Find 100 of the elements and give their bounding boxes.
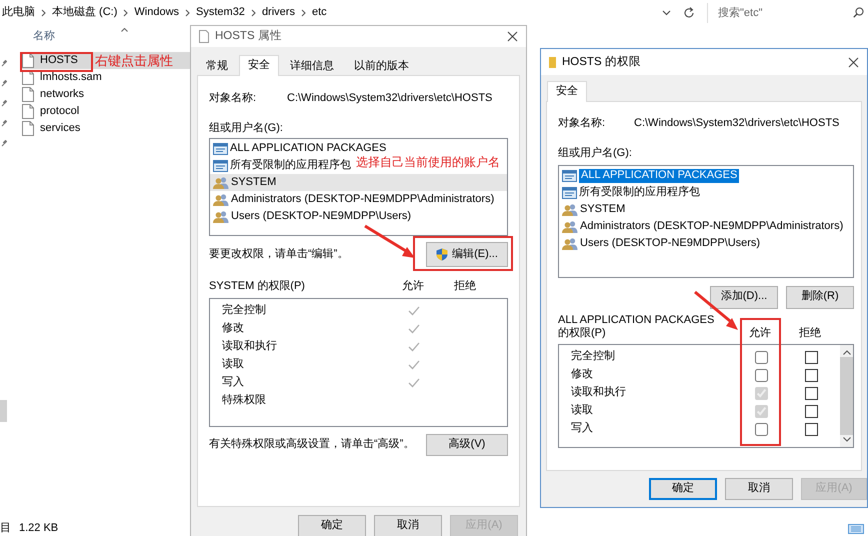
list-item[interactable]: SYSTEM [210, 174, 507, 192]
list-item[interactable]: Users (DESKTOP-NE9MDPP\Users) [210, 208, 412, 226]
dialog-button[interactable]: 确定 [649, 478, 717, 500]
window-title: HOSTS 的权限 [562, 54, 642, 70]
status-text: 目 [0, 522, 11, 536]
users-icon [562, 204, 578, 216]
scrollbar[interactable] [840, 345, 853, 447]
search-icon[interactable] [853, 7, 864, 18]
chevron-right-icon [41, 8, 46, 16]
users-icon [213, 194, 229, 206]
field-label: 组或用户名(G): [209, 122, 284, 136]
field-label: 的权限(P) [558, 327, 607, 341]
tab[interactable]: 常规 [197, 56, 237, 75]
permission-name: 写入 [570, 422, 594, 436]
scroll-down-icon[interactable] [842, 437, 850, 442]
scroll-up-icon[interactable] [842, 350, 850, 355]
annotation-arrow [363, 224, 417, 260]
refresh-icon[interactable] [683, 6, 695, 18]
advanced-button[interactable]: 高级(V) [426, 434, 508, 456]
list-item[interactable]: Users (DESKTOP-NE9MDPP\Users) [559, 236, 760, 252]
dialog-button[interactable]: 取消 [374, 515, 442, 536]
users-icon [562, 221, 578, 233]
field-label: 对象名称: [558, 117, 606, 131]
checkbox[interactable] [804, 368, 818, 382]
breadcrumb-item[interactable]: 此电脑 [2, 6, 35, 20]
column-header: 拒绝 [453, 280, 477, 294]
checkbox[interactable] [754, 422, 768, 436]
hint-text: 有关特殊权限或高级设置，请单击“高级”。 [209, 438, 414, 452]
scrollbar-thumb[interactable] [840, 357, 853, 435]
permission-name: 读取和执行 [221, 340, 278, 354]
chevron-right-icon [123, 8, 128, 16]
checkbox[interactable] [754, 368, 768, 382]
pin-icon [1, 80, 7, 87]
breadcrumb-item[interactable]: System32 [196, 6, 245, 20]
tab[interactable]: 以前的版本 [345, 56, 418, 75]
tab[interactable]: 详细信息 [281, 56, 343, 75]
permission-name: 完全控制 [570, 350, 616, 364]
close-icon[interactable] [848, 56, 859, 68]
permission-name: 完全控制 [221, 304, 267, 318]
file-item[interactable]: protocol [20, 103, 190, 120]
file-icon [22, 87, 34, 102]
pin-icon [1, 100, 7, 107]
chevron-down-icon[interactable] [662, 10, 671, 16]
close-icon[interactable] [507, 30, 518, 42]
chevron-right-icon [185, 8, 190, 16]
chevron-right-icon [250, 8, 256, 16]
column-header[interactable]: 名称 [33, 30, 55, 44]
checkbox[interactable] [804, 404, 818, 418]
add-button[interactable]: 添加(D)... [710, 286, 778, 308]
column-header: 允许 [748, 327, 772, 341]
pin-icon [1, 120, 7, 127]
window-title: HOSTS 属性 [215, 29, 283, 44]
dialog-button[interactable]: 确定 [298, 515, 366, 536]
shield-icon [436, 248, 448, 262]
file-item[interactable]: lmhosts.sam [20, 69, 190, 86]
breadcrumb-item[interactable]: Windows [134, 6, 180, 20]
field-label: SYSTEM 的权限(P) [209, 280, 306, 294]
object-path: C:\Windows\System32\drivers\etc\HOSTS [634, 117, 840, 131]
annotation-text: 选择自己当前使用的账户名 [356, 155, 500, 170]
permission-name: 读取 [570, 404, 594, 418]
checkbox[interactable] [804, 350, 818, 364]
field-label: 组或用户名(G): [558, 146, 633, 160]
checkbox[interactable] [804, 422, 818, 436]
dialog-button[interactable]: 取消 [725, 478, 793, 500]
chevron-right-icon [300, 8, 306, 16]
status-text: 1.22 KB [19, 522, 58, 536]
list-item[interactable]: SYSTEM [559, 202, 626, 218]
list-item[interactable]: 所有受限制的应用程序包 [559, 184, 700, 202]
breadcrumb-item[interactable]: 本地磁盘 (C:) [52, 6, 118, 20]
edit-button[interactable]: 编辑(E)... [426, 242, 508, 268]
tab[interactable]: 安全 [239, 54, 279, 76]
pin-icon [1, 140, 7, 147]
hint-text: 要更改权限，请单击“编辑”。 [209, 248, 348, 262]
app-window-icon [213, 142, 228, 155]
field-label: ALL APPLICATION PACKAGES [558, 314, 716, 327]
file-icon [22, 104, 34, 119]
list-item[interactable]: Administrators (DESKTOP-NE9MDPP\Administrators) [559, 218, 844, 236]
pin-icon [1, 60, 7, 67]
column-header: 允许 [401, 280, 425, 294]
file-item[interactable]: services [20, 120, 190, 137]
tab[interactable]: 安全 [547, 81, 587, 102]
folder-icon [549, 56, 556, 68]
file-icon [22, 121, 34, 136]
remove-button[interactable]: 删除(R) [786, 286, 854, 308]
list-item[interactable]: 所有受限制的应用程序包 [210, 157, 351, 174]
breadcrumb-item[interactable]: drivers [262, 6, 295, 20]
file-icon [22, 53, 34, 68]
app-window-icon [213, 160, 228, 172]
checkbox[interactable] [754, 350, 768, 364]
list-item[interactable]: Administrators (DESKTOP-NE9MDPP\Administrators) [210, 191, 494, 208]
checkbox[interactable] [804, 386, 818, 400]
breadcrumb-item[interactable]: etc [312, 6, 327, 20]
list-item[interactable]: ALL APPLICATION PACKAGES [210, 140, 386, 158]
scrollbar-thumb[interactable] [0, 400, 7, 422]
file-icon [199, 30, 209, 43]
permission-name: 修改 [570, 368, 594, 382]
field-label: 对象名称: [209, 92, 258, 106]
sort-caret-icon[interactable] [121, 28, 128, 32]
app-window-icon [562, 170, 577, 182]
file-item[interactable]: networks [20, 86, 190, 103]
